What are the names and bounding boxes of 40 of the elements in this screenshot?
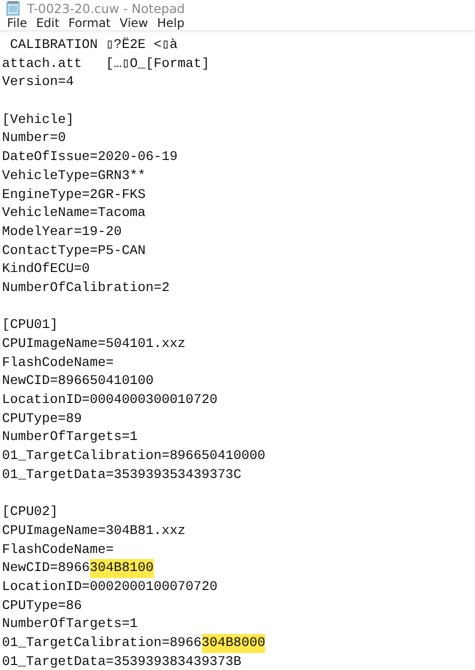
menu-item[interactable]: File bbox=[3, 16, 32, 30]
text-line: CPUType=86 bbox=[2, 596, 82, 615]
text-line: ModelYear=19-20 bbox=[2, 222, 122, 241]
text-line: NumberOfTargets=1 bbox=[2, 428, 138, 446]
text-line: KindOfECU=0 bbox=[2, 260, 90, 278]
text-line: EngineType=2GR-FKS bbox=[2, 186, 146, 204]
text-line: VehicleName=Tacoma bbox=[2, 204, 146, 222]
text-line: LocationID=0004000300010720 bbox=[2, 391, 218, 410]
text-line: CPUImageName=504101.xxz bbox=[2, 335, 186, 353]
text-line: CPUImageName=304B81.xxz bbox=[2, 522, 186, 540]
text-line: NewCID=8966 bbox=[2, 559, 90, 578]
text-line: 01_TargetCalibration=8966 bbox=[2, 634, 202, 652]
text-line: NumberOfCalibration=2 bbox=[2, 278, 170, 297]
text-line: 01_TargetData=353939353439373C bbox=[2, 466, 242, 484]
text-line: [Vehicle] bbox=[2, 110, 74, 129]
highlighted-text: 304B8000 bbox=[202, 634, 266, 653]
window-title: T-0023-20.cuw - Notepad bbox=[27, 0, 185, 16]
menu-item[interactable]: Format bbox=[64, 16, 116, 30]
text-line: attach.att […▯O_[Format] bbox=[2, 54, 210, 73]
menu-item[interactable]: Help bbox=[153, 16, 190, 30]
text-line: Number=0 bbox=[2, 129, 66, 148]
text-line: NumberOfTargets=1 bbox=[2, 615, 138, 634]
text-line: NewCID=896650410100 bbox=[2, 372, 154, 390]
text-line: ContactType=P5-CAN bbox=[2, 242, 146, 260]
notepad-icon bbox=[6, 0, 20, 16]
text-line: 01_TargetCalibration=896650410000 bbox=[2, 447, 266, 466]
text-line: DateOfIssue=2020-06-19 bbox=[2, 148, 178, 166]
text-line: VehicleType=GRN3** bbox=[2, 166, 146, 185]
text-line: [CPU01] bbox=[2, 316, 58, 334]
text-line: FlashCodeName= bbox=[2, 540, 114, 559]
menu-item[interactable]: View bbox=[116, 16, 154, 30]
text-line: 01_TargetData=353939383439373B bbox=[2, 652, 242, 670]
highlighted-text: 304B8100 bbox=[90, 559, 154, 578]
text-line: CALIBRATION ▯?Ë2E <▯à bbox=[8, 36, 178, 54]
text-line: LocationID=0002000100070720 bbox=[2, 578, 218, 596]
menu-item[interactable]: Edit bbox=[32, 16, 64, 30]
text-line: CPUType=89 bbox=[2, 410, 82, 428]
text-line: [CPU02] bbox=[2, 503, 58, 522]
text-line: FlashCodeName= bbox=[2, 354, 114, 372]
text-line: Version=4 bbox=[2, 73, 74, 92]
